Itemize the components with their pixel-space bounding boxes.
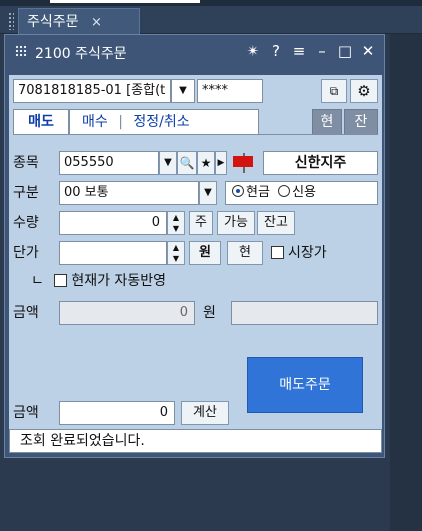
sell-order-button[interactable]: 매도주문 [247, 357, 363, 413]
document-tab-bar: 주식주문 × [0, 6, 422, 34]
price-stepper[interactable]: ▲ ▼ [167, 241, 185, 265]
help-icon[interactable]: ? [268, 41, 284, 61]
window-grip-icon [15, 45, 27, 57]
auto-apply-option[interactable]: ㄴ 현재가 자동반영 [31, 269, 166, 293]
stock-dropdown-icon[interactable]: ▼ [159, 151, 177, 175]
order-type-select[interactable]: 00 보통 [59, 181, 199, 205]
account-number: 7081818185-01 [종합(t [18, 83, 166, 98]
radio-cash[interactable] [232, 185, 244, 197]
current-price-button[interactable]: 현 [227, 241, 263, 265]
available-button[interactable]: 가능 [217, 211, 255, 235]
market-price-option[interactable]: 시장가 [271, 241, 327, 265]
amount-unit: 원 [203, 305, 216, 321]
close-tab-icon[interactable]: × [91, 15, 102, 30]
radio-credit[interactable] [278, 185, 291, 197]
amount-extra-display [231, 301, 378, 325]
balance-button[interactable]: 잔고 [257, 211, 295, 235]
order-form: 7081818185-01 [종합(t ▼ **** ⧉ ⚙ 매도 매수 | 정… [9, 75, 382, 453]
amount-display: 0 [59, 301, 195, 325]
flag-icon [231, 153, 257, 173]
account-dropdown-icon[interactable]: ▼ [171, 79, 195, 103]
status-bar: 조회 완료되었습니다. [9, 429, 382, 453]
tab-modify[interactable]: 정정/취소 [133, 114, 189, 130]
account-select[interactable]: 7081818185-01 [종합(t [13, 79, 171, 103]
tab-balance[interactable]: 잔 [344, 109, 378, 135]
tab-sell[interactable]: 매도 [13, 109, 69, 135]
top-strip-highlight [50, 0, 200, 3]
market-price-label: 시장가 [288, 245, 327, 261]
menu-icon[interactable]: ≡ [291, 41, 307, 61]
radio-cash-label: 현금 [246, 185, 270, 200]
order-type-dropdown-icon[interactable]: ▼ [199, 181, 217, 205]
tab-group-buy-modify: 매수 | 정정/취소 [69, 109, 259, 135]
gear-icon[interactable]: ⚙ [350, 79, 378, 103]
auto-apply-checkbox[interactable] [54, 274, 68, 287]
price-input[interactable] [59, 241, 167, 265]
copy-icon[interactable]: ⧉ [321, 79, 347, 103]
type-label: 구분 [13, 185, 39, 201]
pin-icon[interactable]: ✴ [245, 41, 261, 61]
auto-apply-label: 현재가 자동반영 [71, 273, 166, 289]
chevron-right-icon[interactable]: ▶ [215, 151, 227, 175]
price-label: 단가 [13, 245, 39, 261]
tab-divider [13, 134, 378, 135]
amount-calc-input[interactable]: 0 [59, 401, 175, 425]
amount-label: 금액 [13, 305, 39, 321]
tab-current[interactable]: 현 [312, 109, 342, 135]
stock-code-input[interactable]: 055550 [59, 151, 159, 175]
radio-credit-label: 신용 [292, 185, 316, 200]
search-icon[interactable]: 🔍 [177, 151, 197, 175]
window-title: 2100 주식주문 [35, 46, 127, 62]
tab-label: 주식주문 [27, 14, 79, 30]
star-icon[interactable]: ★ [197, 151, 215, 175]
right-pane [390, 34, 422, 531]
cash-credit-group: 현금 신용 [225, 181, 378, 205]
grip-icon[interactable] [8, 12, 14, 30]
tab-buy[interactable]: 매수 [82, 114, 108, 130]
close-icon[interactable]: ✕ [360, 41, 376, 61]
amount-calc-label: 금액 [13, 405, 39, 421]
stock-label: 종목 [13, 155, 39, 171]
unit-shares-button[interactable]: 주 [189, 211, 213, 235]
minimize-icon[interactable]: – [314, 41, 330, 61]
auto-apply-prefix: ㄴ [31, 273, 44, 289]
password-field[interactable]: **** [197, 79, 263, 103]
maximize-icon[interactable]: □ [337, 41, 353, 61]
qty-label: 수량 [13, 215, 39, 231]
window-titlebar[interactable]: 2100 주식주문 ✴ ? ≡ – □ ✕ [5, 35, 384, 69]
market-price-checkbox[interactable] [271, 246, 284, 259]
order-window: 2100 주식주문 ✴ ? ≡ – □ ✕ 7081818185-01 [종합(… [4, 34, 385, 458]
tab-stock-order[interactable]: 주식주문 × [18, 8, 140, 34]
qty-input[interactable]: 0 [59, 211, 167, 235]
qty-stepper[interactable]: ▲ ▼ [167, 211, 185, 235]
calculate-button[interactable]: 계산 [181, 401, 229, 425]
won-button[interactable]: 원 [189, 241, 221, 265]
stock-name: 신한지주 [263, 151, 378, 175]
